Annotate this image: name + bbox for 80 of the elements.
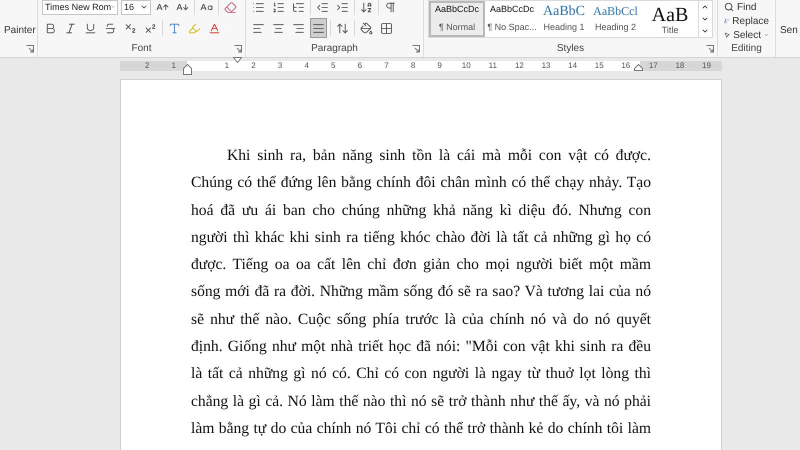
scroll-up-icon[interactable] — [700, 3, 708, 11]
paragraph-line: chẳng là gì cả. Nó làm thế nào thì nó sẽ trở thành như thế ấy, và nó phải — [191, 392, 651, 412]
justify-icon — [312, 22, 325, 34]
ruler-number: 17 — [648, 61, 658, 71]
shading-icon — [360, 22, 373, 34]
select-button[interactable]: Select — [722, 28, 771, 42]
group-label: Font — [130, 42, 152, 56]
clear-formatting-icon — [224, 0, 237, 14]
ruler-number: 18 — [675, 61, 684, 71]
ruler-number: 5 — [331, 61, 336, 71]
strikethrough-icon — [104, 22, 117, 34]
justify-button[interactable] — [310, 18, 327, 38]
underline-icon — [84, 22, 97, 34]
ruler-number: 6 — [358, 61, 362, 71]
more-styles-icon[interactable] — [700, 27, 708, 35]
group-label: Paragraph — [310, 42, 359, 56]
group-label: Sen — [780, 24, 798, 36]
pointer-icon — [724, 30, 730, 40]
dialog-launcher-icon[interactable] — [412, 45, 420, 53]
ruler-number: 11 — [488, 61, 497, 71]
align-right-icon — [292, 22, 305, 34]
paragraph-line: là tất cả những gì nó có. Chỉ có con người là ngay từ thuở lọt lòng thì — [191, 364, 651, 384]
group-label: Editing — [730, 42, 763, 56]
ruler-number: 15 — [594, 61, 604, 71]
font-name-dropdown[interactable]: Times New Rom — [42, 0, 118, 14]
paragraph-line: sống mới đã ra đời. Những mầm sống đó sẽ ra sao? Và tương lai của nó — [191, 282, 651, 302]
superscript-icon — [144, 22, 157, 34]
highlighter-icon — [188, 22, 201, 34]
ruler-number: 2 — [144, 61, 150, 71]
caret-icon — [764, 31, 769, 39]
line-spacing-icon — [336, 22, 349, 34]
dialog-launcher-icon[interactable] — [234, 45, 242, 53]
italic-icon — [64, 22, 77, 34]
ruler-number: 2 — [251, 61, 256, 71]
ruler-number: 9 — [437, 61, 442, 71]
paragraph-line: định. Giống như một nhà triết học đã nói: "Mỗi con vật khi sinh ra đều — [191, 337, 651, 358]
borders-icon — [380, 22, 393, 34]
multilevel-list-icon — [292, 0, 305, 14]
ruler-number: 8 — [410, 61, 416, 71]
text-effects-icon — [168, 22, 181, 34]
format-painter-button[interactable]: Painter — [4, 24, 36, 36]
find-button[interactable]: Find — [722, 0, 771, 14]
font-color-icon — [208, 22, 221, 34]
increase-indent-icon — [336, 0, 349, 14]
ruler-number: 1 — [171, 61, 176, 71]
group-label: Styles — [556, 42, 586, 56]
paragraph-line: sẽ như thế nào. Cuộc sống phía trước là của chính nó và do nó quyết — [191, 310, 651, 330]
ruler-number: 14 — [568, 61, 578, 71]
ruler-number: 16 — [621, 61, 630, 71]
bold-icon — [44, 22, 57, 34]
decrease-indent-icon — [316, 0, 329, 14]
align-center-icon — [272, 22, 285, 34]
ruler-number: 7 — [384, 61, 389, 71]
dialog-launcher-icon[interactable] — [706, 45, 714, 53]
paragraph-line: được. Tiếng oa oa cất lên chỉ đơn giản cho mọi người biết một mầm — [191, 255, 651, 276]
ruler-number: 19 — [702, 61, 711, 71]
paragraph-line: Chúng có thể đứng lên bằng chính đôi chân mình có thể chạy nhảy. Tạo — [191, 173, 651, 194]
replace-button[interactable]: Replace — [722, 14, 771, 28]
paragraph-line: hoá đã ưu ái ban cho chúng những khả năng kì diệu đó. Nhưng con — [191, 200, 651, 221]
font-size-dropdown[interactable]: 16 — [121, 0, 151, 14]
dialog-launcher-icon[interactable] — [26, 45, 34, 53]
caret-icon — [140, 3, 148, 11]
ruler-number: 13 — [542, 61, 550, 71]
align-left-icon — [252, 22, 265, 34]
ruler-number: 3 — [278, 61, 282, 71]
sort-icon — [360, 0, 373, 14]
paragraph-line: Khi sinh ra, bản năng sinh tồn là cái mà mỗi con vật có được. — [226, 146, 651, 166]
ruler-number: 1 — [224, 61, 230, 71]
show-formatting-icon — [384, 0, 397, 14]
paragraph-line: làm bằng tự do của chính nó Tôi chỉ có thể trở thành kẻ do chính tôi làm — [191, 418, 651, 439]
style-option[interactable]: AaBbCcDc ¶ Normal — [429, 1, 485, 37]
ruler-number: 12 — [514, 61, 524, 71]
scroll-down-icon[interactable] — [700, 15, 708, 23]
paragraph-line: người thì khác khi sinh ra tiếng khóc chào đời là tất cả những gì họ có — [191, 228, 651, 248]
ruler-number: 4 — [304, 61, 309, 71]
search-icon — [724, 2, 734, 12]
subscript-icon — [124, 22, 137, 34]
right-indent-marker[interactable] — [634, 64, 643, 71]
numbering-icon — [272, 0, 285, 14]
ruler-number: 10 — [462, 61, 471, 71]
